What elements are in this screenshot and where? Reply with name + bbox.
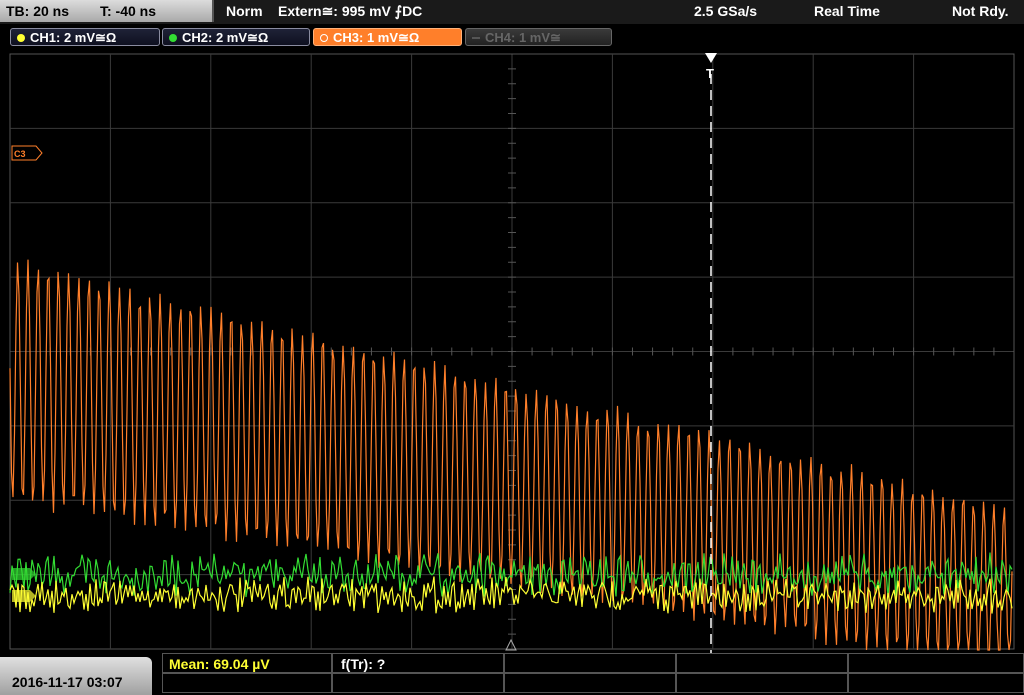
measurement-cell-4[interactable]: [676, 653, 848, 673]
trigger-arrow-icon[interactable]: [705, 53, 717, 63]
measurement-cell-6[interactable]: [162, 673, 332, 693]
acquisition-mode-label[interactable]: Real Time: [814, 3, 880, 19]
measurement-cell-5[interactable]: [848, 653, 1024, 673]
measurement-cell-8[interactable]: [504, 673, 676, 693]
sample-rate-label[interactable]: 2.5 GSa/s: [694, 3, 757, 19]
channel-1-dot: [17, 34, 25, 42]
channel-1-button[interactable]: CH1: 2 mV≅Ω: [10, 28, 160, 46]
channel-3-offset-marker[interactable]: C3: [11, 145, 43, 161]
measurement-cell-3[interactable]: [504, 653, 676, 673]
measurement-cell-9[interactable]: [676, 673, 848, 693]
status-bar: TB: 20 ns T: -40 ns Norm Extern≅: 995 mV…: [0, 0, 1024, 24]
channel-2-dot: [169, 34, 177, 42]
measurement-cell-7[interactable]: [332, 673, 504, 693]
channel-4-label: CH4: 1 mV≅: [485, 30, 561, 45]
channel-4-dot: [472, 37, 480, 39]
channel-3-label: CH3: 1 mV≅Ω: [333, 30, 420, 45]
trigger-time-label: T: -40 ns: [100, 3, 157, 19]
channel-1-label: CH1: 2 mV≅Ω: [30, 30, 117, 45]
channel-2-label: CH2: 2 mV≅Ω: [182, 30, 269, 45]
datetime-label: 2016-11-17 03:07: [12, 674, 123, 690]
status-label: Not Rdy.: [952, 3, 1009, 19]
channel-3-marker-label: C3: [14, 149, 26, 159]
channel-3-dot: [320, 34, 328, 42]
trigger-source-label[interactable]: Extern≅: 995 mV ⨍DC: [278, 3, 422, 20]
channel-2-button[interactable]: CH2: 2 mV≅Ω: [162, 28, 310, 46]
trigger-marker: T: [706, 66, 714, 81]
measurement-cell-mean[interactable]: Mean: 69.04 µV: [162, 653, 332, 673]
waveform-display[interactable]: T C3: [0, 50, 1024, 653]
channel-3-button[interactable]: CH3: 1 mV≅Ω: [313, 28, 462, 46]
channel-2-offset-marker[interactable]: [12, 568, 36, 580]
channel-4-button[interactable]: CH4: 1 mV≅: [465, 28, 612, 46]
trigger-mode-label[interactable]: Norm: [226, 3, 263, 19]
datetime-box: 2016-11-17 03:07: [0, 657, 152, 695]
frequency-measurement: f(Tr): ?: [341, 656, 386, 672]
mean-measurement: Mean: 69.04 µV: [169, 656, 270, 672]
timebase-label: TB: 20 ns: [6, 3, 70, 19]
measurement-cell-10[interactable]: [848, 673, 1024, 693]
timebase-box[interactable]: TB: 20 ns T: -40 ns: [0, 0, 214, 22]
measurement-cell-frequency[interactable]: f(Tr): ?: [332, 653, 504, 673]
measurement-panel[interactable]: Mean: 69.04 µV f(Tr): ?: [162, 653, 1024, 695]
